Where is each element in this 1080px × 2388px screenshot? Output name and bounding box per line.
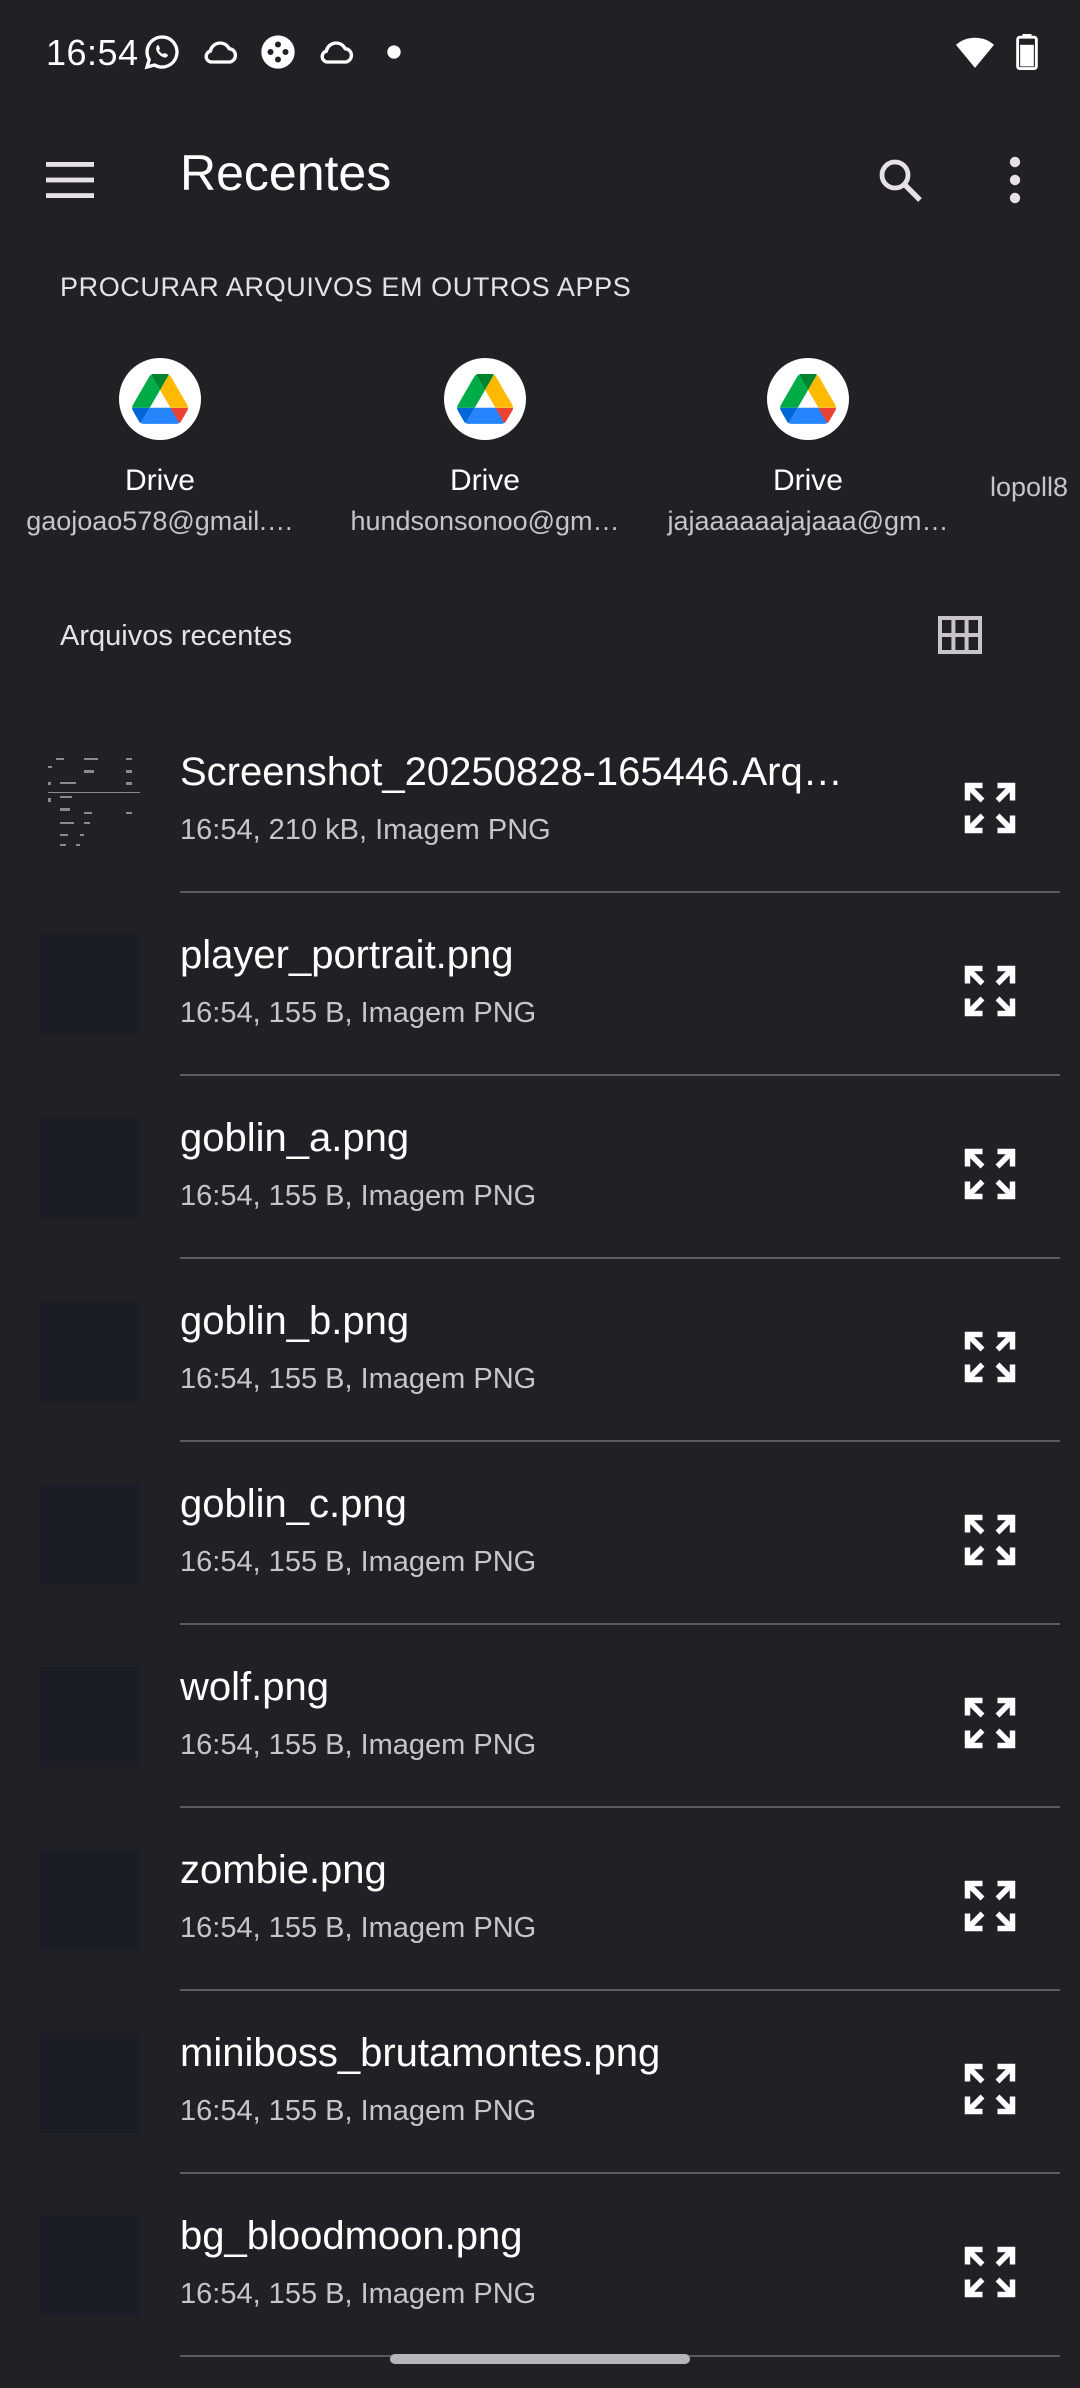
grid-view-icon: [938, 616, 982, 654]
dot-icon: [387, 45, 401, 59]
gamepad-icon: [261, 35, 295, 69]
file-meta: 16:54, 155 B, Imagem PNG: [180, 1729, 537, 1761]
navigation-handle[interactable]: [390, 2354, 690, 2364]
app-account: hundsonsonoo@gm…: [350, 506, 620, 536]
expand-icon: [964, 1148, 1016, 1200]
preview-button[interactable]: [950, 1500, 1030, 1580]
expand-icon: [964, 1697, 1016, 1749]
list-item[interactable]: Screenshot_20250828-165446.Arq… 16:54, 2…: [0, 710, 1080, 893]
app-account: lopoll8: [990, 472, 1069, 502]
page-title: Recentes: [180, 145, 392, 201]
file-thumbnail: [40, 1301, 140, 1401]
app-account: gaojoao578@gmail.…: [26, 506, 294, 536]
drive-app-tile[interactable]: Drive jajaaaaaajajaaa@gm…: [648, 358, 968, 558]
file-meta: 16:54, 155 B, Imagem PNG: [180, 1180, 537, 1212]
list-item[interactable]: wolf.png 16:54, 155 B, Imagem PNG: [0, 1625, 1080, 1808]
file-thumbnail: [40, 1667, 140, 1767]
list-item[interactable]: goblin_c.png 16:54, 155 B, Imagem PNG: [0, 1442, 1080, 1625]
preview-button[interactable]: [950, 1683, 1030, 1763]
file-meta: 16:54, 155 B, Imagem PNG: [180, 1546, 537, 1578]
preview-button[interactable]: [950, 768, 1030, 848]
expand-icon: [964, 965, 1016, 1017]
file-name: player_portrait.png: [180, 933, 514, 977]
wifi-icon: [956, 37, 994, 68]
google-drive-icon: [119, 358, 201, 440]
list-item[interactable]: goblin_b.png 16:54, 155 B, Imagem PNG: [0, 1259, 1080, 1442]
other-apps-header: PROCURAR ARQUIVOS EM OUTROS APPS: [60, 272, 632, 302]
list-item[interactable]: goblin_a.png 16:54, 155 B, Imagem PNG: [0, 1076, 1080, 1259]
file-name: goblin_c.png: [180, 1482, 407, 1526]
preview-button[interactable]: [950, 2049, 1030, 2129]
file-list: Screenshot_20250828-165446.Arq… 16:54, 2…: [0, 710, 1080, 2357]
expand-icon: [964, 2246, 1016, 2298]
drive-app-tile[interactable]: Drive hundsonsonoo@gm…: [325, 358, 645, 558]
expand-icon: [964, 2063, 1016, 2115]
file-meta: 16:54, 210 kB, Imagem PNG: [180, 814, 551, 846]
app-name: Drive: [449, 464, 520, 497]
list-item[interactable]: bg_bloodmoon.png 16:54, 155 B, Imagem PN…: [0, 2174, 1080, 2357]
more-vert-icon: [1009, 156, 1021, 204]
file-thumbnail: [40, 752, 140, 852]
list-item[interactable]: player_portrait.png 16:54, 155 B, Imagem…: [0, 893, 1080, 1076]
file-thumbnail: [40, 1484, 140, 1584]
app-name: Drive: [124, 464, 195, 497]
menu-icon: [46, 162, 94, 198]
file-meta: 16:54, 155 B, Imagem PNG: [180, 2278, 537, 2310]
file-thumbnail: [40, 2216, 140, 2316]
partial-app-tile[interactable]: lopoll8: [990, 358, 1080, 558]
file-thumbnail: [40, 935, 140, 1035]
expand-icon: [964, 1514, 1016, 1566]
status-bar: 16:54: [0, 0, 1080, 110]
app-account: jajaaaaaajajaaa@gm…: [667, 506, 949, 536]
file-thumbnail: [40, 2033, 140, 2133]
search-button[interactable]: [860, 140, 940, 220]
preview-button[interactable]: [950, 1317, 1030, 1397]
google-drive-icon: [444, 358, 526, 440]
cloud-icon: [320, 41, 354, 64]
status-time: 16:54: [46, 32, 139, 73]
preview-button[interactable]: [950, 2232, 1030, 2312]
cloud-icon: [204, 41, 238, 64]
file-meta: 16:54, 155 B, Imagem PNG: [180, 997, 537, 1029]
app-name: Drive: [772, 464, 843, 497]
list-item[interactable]: zombie.png 16:54, 155 B, Imagem PNG: [0, 1808, 1080, 1991]
file-meta: 16:54, 155 B, Imagem PNG: [180, 1363, 537, 1395]
other-apps-row: Drive gaojoao578@gmail.… Drive hundsonso…: [0, 358, 1080, 558]
preview-button[interactable]: [950, 1134, 1030, 1214]
file-name: bg_bloodmoon.png: [180, 2214, 523, 2258]
battery-icon: [1016, 34, 1038, 70]
file-thumbnail: [40, 1850, 140, 1950]
more-options-button[interactable]: [975, 140, 1055, 220]
file-name: goblin_a.png: [180, 1116, 410, 1160]
list-item[interactable]: miniboss_brutamontes.png 16:54, 155 B, I…: [0, 1991, 1080, 2174]
file-name: wolf.png: [180, 1665, 329, 1709]
grid-view-toggle[interactable]: [920, 600, 1000, 670]
file-meta: 16:54, 155 B, Imagem PNG: [180, 2095, 537, 2127]
google-drive-icon: [767, 358, 849, 440]
drive-app-tile[interactable]: Drive gaojoao578@gmail.…: [0, 358, 320, 558]
search-icon: [879, 159, 922, 202]
whatsapp-icon: [144, 35, 179, 70]
notification-icons: [142, 32, 414, 72]
file-thumbnail: [40, 1118, 140, 1218]
file-meta: 16:54, 155 B, Imagem PNG: [180, 1912, 537, 1944]
file-name: Screenshot_20250828-165446.Arq…: [180, 750, 843, 794]
file-name: zombie.png: [180, 1848, 387, 1892]
expand-icon: [964, 1331, 1016, 1383]
file-name: miniboss_brutamontes.png: [180, 2031, 661, 2075]
expand-icon: [964, 782, 1016, 834]
preview-button[interactable]: [950, 951, 1030, 1031]
recent-files-header: Arquivos recentes: [60, 620, 293, 652]
expand-icon: [964, 1880, 1016, 1932]
system-icons: [956, 34, 1038, 70]
preview-button[interactable]: [950, 1866, 1030, 1946]
file-name: goblin_b.png: [180, 1299, 410, 1343]
top-app-bar: Recentes: [0, 110, 1080, 230]
menu-button[interactable]: [30, 140, 110, 220]
